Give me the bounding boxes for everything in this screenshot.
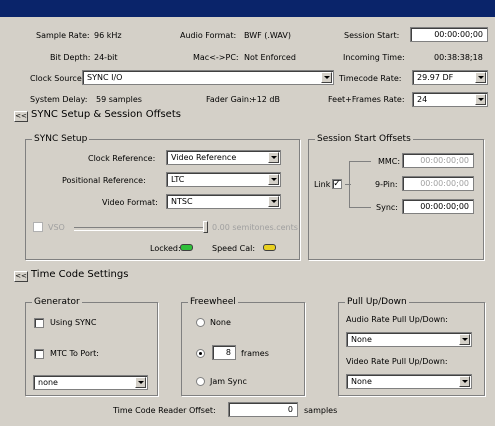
speed-cal-label: Speed Cal:: [212, 244, 256, 253]
jam-sync-radio[interactable]: [196, 377, 205, 386]
clock-source-value: SYNC I/O: [87, 73, 123, 82]
chevron-down-icon: [268, 152, 279, 163]
freewheel-frames-field[interactable]: 8: [212, 345, 236, 360]
link-bracket-top: [349, 161, 371, 162]
video-pulldown-dropdown[interactable]: None: [346, 374, 472, 389]
pull-up-down-title: Pull Up/Down: [345, 297, 409, 307]
positional-reference-value: LTC: [171, 175, 185, 184]
collapse-sync-section-button[interactable]: <<: [14, 111, 28, 122]
fader-gain-value: +12 dB: [250, 95, 280, 104]
chevron-down-icon: [475, 72, 486, 83]
sync-section-title: SYNC Setup & Session Offsets: [31, 109, 181, 120]
system-delay-value: 59 samples: [96, 95, 142, 104]
generator-title: Generator: [32, 297, 82, 307]
timecode-rate-label: Timecode Rate:: [339, 74, 402, 83]
mmc-offset-field[interactable]: 00:00:00;00: [402, 153, 474, 168]
timecode-rate-dropdown[interactable]: 29.97 DF: [412, 70, 488, 85]
link-bracket-bottom: [349, 207, 371, 208]
chevron-down-icon: [475, 94, 486, 105]
clock-reference-label: Clock Reference:: [88, 154, 156, 163]
mtc-port-value: none: [38, 378, 58, 387]
sync-setup-title: SYNC Setup: [32, 134, 90, 144]
video-pulldown-value: None: [351, 377, 372, 386]
mmc-label: MMC:: [378, 157, 401, 166]
mtc-to-port-checkbox[interactable]: [34, 349, 44, 359]
chevron-down-icon: [268, 174, 279, 185]
mac-pc-value: Not Enforced: [244, 53, 296, 62]
audio-pulldown-label: Audio Rate Pull Up/Down:: [346, 315, 448, 324]
mac-pc-label: Mac<->PC:: [193, 53, 239, 62]
reader-offset-label: Time Code Reader Offset:: [113, 406, 216, 415]
bit-depth-value: 24-bit: [94, 53, 118, 62]
sync-offset-field[interactable]: 00:00:00;00: [402, 199, 474, 214]
freewheel-none-label: None: [210, 318, 231, 327]
audio-format-value: BWF (.WAV): [244, 31, 291, 40]
link-label: Link: [314, 180, 331, 189]
vso-slider-track[interactable]: [74, 227, 206, 231]
positional-reference-label: Positional Reference:: [62, 176, 146, 185]
vso-label: VSO: [48, 223, 65, 232]
window-title-bar[interactable]: [0, 0, 495, 17]
chevron-down-icon: [321, 72, 332, 83]
session-start-offsets-title: Session Start Offsets: [315, 134, 413, 144]
sync-offset-label: Sync:: [376, 203, 398, 212]
vso-value: 0.00 semitones.cents: [212, 223, 298, 232]
audio-format-label: Audio Format:: [180, 31, 237, 40]
freewheel-frames-radio[interactable]: [196, 349, 205, 358]
speed-cal-indicator-led: [263, 244, 276, 251]
chevron-down-icon: [459, 376, 470, 387]
nine-pin-label: 9-Pin:: [375, 180, 398, 189]
feet-frames-value: 24: [417, 95, 428, 104]
video-format-dropdown[interactable]: NTSC: [166, 194, 281, 209]
timecode-rate-value: 29.97 DF: [417, 73, 454, 82]
clock-source-dropdown[interactable]: SYNC I/O: [82, 70, 334, 85]
sample-rate-label: Sample Rate:: [36, 31, 90, 40]
freewheel-frames-label: frames: [241, 349, 269, 358]
link-checkbox[interactable]: ✓: [332, 179, 342, 189]
using-sync-label: Using SYNC: [50, 318, 97, 327]
session-start-field[interactable]: 00:00:00;00: [410, 27, 488, 42]
sample-rate-value: 96 kHz: [94, 31, 122, 40]
freewheel-title: Freewheel: [188, 297, 238, 307]
nine-pin-offset-field[interactable]: 00:00:00;00: [402, 176, 474, 191]
chevron-down-icon: [268, 196, 279, 207]
mtc-port-dropdown[interactable]: none: [33, 375, 148, 390]
freewheel-none-radio[interactable]: [196, 318, 205, 327]
session-start-label: Session Start:: [344, 31, 400, 40]
video-format-value: NTSC: [171, 197, 193, 206]
video-format-label: Video Format:: [102, 198, 158, 207]
timecode-section-title: Time Code Settings: [31, 269, 129, 280]
video-pulldown-label: Video Rate Pull Up/Down:: [346, 357, 448, 366]
clock-source-label: Clock Source:: [30, 74, 85, 83]
clock-reference-value: Video Reference: [171, 153, 237, 162]
using-sync-checkbox[interactable]: [34, 318, 44, 328]
incoming-time-value: 00:38:38;18: [434, 53, 483, 62]
chevron-down-icon: [459, 334, 470, 345]
jam-sync-label: Jam Sync: [210, 377, 247, 386]
chevron-down-icon: [135, 377, 146, 388]
locked-indicator-led: [180, 244, 193, 251]
link-connector: [345, 184, 351, 185]
locked-label: Locked:: [150, 244, 181, 253]
audio-pulldown-value: None: [351, 335, 372, 344]
mtc-to-port-label: MTC To Port:: [50, 349, 99, 358]
reader-offset-unit: samples: [304, 406, 338, 415]
vso-checkbox[interactable]: [33, 222, 43, 232]
feet-frames-dropdown[interactable]: 24: [412, 92, 488, 107]
reader-offset-field[interactable]: 0: [228, 402, 298, 417]
audio-pulldown-dropdown[interactable]: None: [346, 332, 472, 347]
system-delay-label: System Delay:: [30, 95, 88, 104]
vso-slider-thumb[interactable]: [203, 221, 208, 233]
positional-reference-dropdown[interactable]: LTC: [166, 172, 281, 187]
incoming-time-label: Incoming Time:: [343, 53, 405, 62]
bit-depth-label: Bit Depth:: [50, 53, 91, 62]
clock-reference-dropdown[interactable]: Video Reference: [166, 150, 281, 165]
collapse-timecode-section-button[interactable]: <<: [14, 271, 28, 282]
fader-gain-label: Fader Gain:: [206, 95, 252, 104]
feet-frames-label: Feet+Frames Rate:: [328, 95, 405, 104]
